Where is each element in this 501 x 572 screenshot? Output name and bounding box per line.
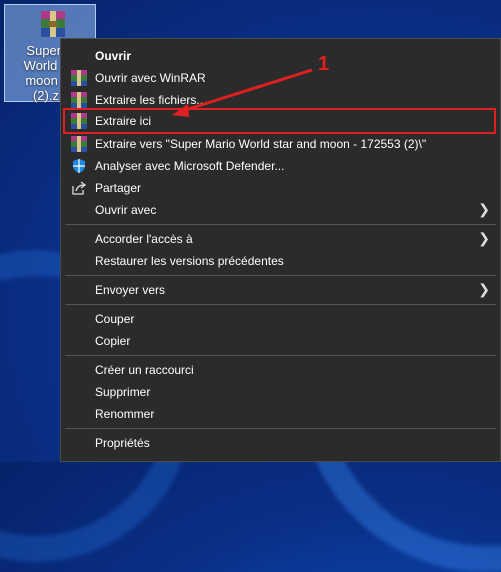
annotation-number: 1 — [318, 53, 329, 75]
annotation-arrow: 1 — [172, 53, 329, 117]
